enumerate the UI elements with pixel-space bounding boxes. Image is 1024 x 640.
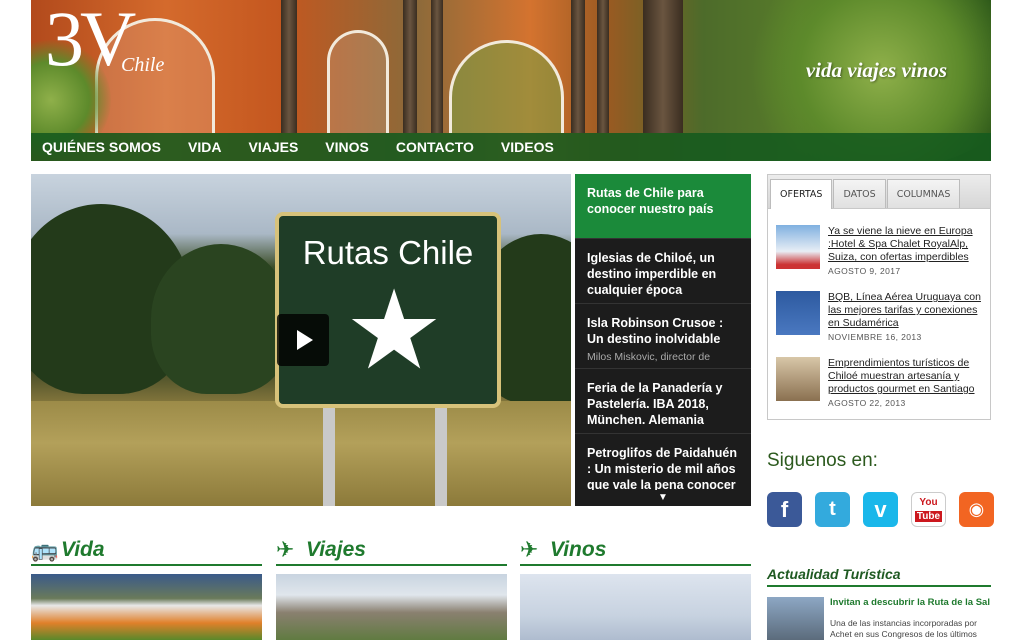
section-title[interactable]: Vida [61,538,105,562]
section-viajes: ✈ Viajes [276,536,507,640]
news-thumbnail[interactable] [776,291,820,335]
slider-item-title: Rutas de Chile para conocer nuestro país [587,186,714,216]
rss-icon[interactable]: ◉ [959,492,994,527]
logo-subtitle[interactable]: Chile [121,54,164,77]
news-title-link[interactable]: BQB, Línea Aérea Uruguaya con las mejore… [828,291,982,330]
section-header: ✈ Vinos [520,536,751,566]
airplane-icon: ✈ [520,537,539,562]
slider-item[interactable]: Iglesias de Chiloé, un destino imperdibl… [575,239,751,304]
header-tree-trunk [281,0,297,133]
header-tree-trunk [571,0,585,133]
sign-post [435,406,447,506]
site-header: 3V Chile vida viajes vinos QUIÉNES SOMOS… [31,0,991,161]
slider-item[interactable]: Rutas de Chile para conocer nuestro país [575,174,751,239]
news-thumbnail[interactable] [776,357,820,401]
actualidad-thumbnail[interactable] [767,597,824,640]
section-header: ✈ Viajes [276,536,507,566]
nav-quienes-somos[interactable]: QUIÉNES SOMOS [42,133,161,161]
video-tree [151,244,291,394]
actualidad-heading: Actualidad Turística [767,566,991,587]
tabs-widget: OFERTAS DATOS COLUMNAS Ya se viene la ni… [767,174,991,420]
news-date: AGOSTO 22, 2013 [828,398,906,408]
section-image[interactable] [276,574,507,640]
scroll-down-icon[interactable]: ▼ [575,490,751,506]
actualidad-item-title[interactable]: Invitan a descubrir la Ruta de la Sal [830,597,991,608]
tab-ofertas[interactable]: OFERTAS [770,179,833,209]
section-image[interactable] [31,574,262,640]
sign-text: Rutas Chile [302,234,474,271]
sign-post [323,406,335,506]
header-tree-trunk [597,0,609,133]
actualidad-item: Invitan a descubrir la Ruta de la Sal Un… [767,597,991,640]
slider-item[interactable]: Isla Robinson Crusoe : Un destino inolvi… [575,304,751,369]
slider-item-subtitle: Milos Miskovic, director de [587,351,711,363]
twitter-icon[interactable]: t [815,492,850,527]
slider-item-title: Iglesias de Chiloé, un destino imperdibl… [587,251,717,297]
facebook-icon[interactable]: f [767,492,802,527]
actualidad-item-body: Una de las instancias incorporadas por A… [830,618,977,639]
featured-video[interactable]: Rutas Chile ★ [31,174,571,506]
section-title[interactable]: Vinos [550,538,606,562]
nav-videos[interactable]: VIDEOS [501,133,554,161]
social-heading: Siguenos en: [767,450,878,471]
actualidad-turistica: Actualidad Turística Invitan a descubrir… [767,566,991,640]
news-title-link[interactable]: Emprendimientos turísticos de Chiloé mue… [828,357,982,396]
section-header: 🚌 Vida [31,536,262,566]
rutas-chile-sign: Rutas Chile ★ [275,212,501,408]
main-nav: QUIÉNES SOMOS VIDA VIAJES VINOS CONTACTO… [31,133,991,161]
news-item: BQB, Línea Aérea Uruguaya con las mejore… [768,291,990,342]
tab-columnas[interactable]: COLUMNAS [886,179,961,208]
news-thumbnail[interactable] [776,225,820,269]
slider-item-title: Feria de la Panadería y Pastelería. IBA … [587,381,723,427]
tab-datos[interactable]: DATOS [833,179,886,208]
section-title[interactable]: Viajes [306,538,366,562]
slider-item-title: Isla Robinson Crusoe : Un destino inolvi… [587,316,724,346]
star-road-icon: ★ [344,269,444,392]
news-title-link[interactable]: Ya se viene la nieve en Europa :Hotel & … [828,225,982,264]
site-tagline: vida viajes vinos [805,58,947,82]
section-vinos: ✈ Vinos [520,536,751,640]
play-icon[interactable] [277,314,329,366]
header-arch-window [327,30,389,133]
bus-icon: 🚌 [31,537,59,562]
nav-vinos[interactable]: VINOS [325,133,369,161]
header-tree-trunk [403,0,417,133]
nav-contacto[interactable]: CONTACTO [396,133,474,161]
section-image[interactable] [520,574,751,640]
news-date: AGOSTO 9, 2017 [828,266,901,276]
slider-item-title: Petroglifos de Paidahuén : Un misterio d… [587,446,738,492]
logo[interactable]: 3V [45,0,136,84]
nav-viajes[interactable]: VIAJES [248,133,298,161]
featured-slider-list: Rutas de Chile para conocer nuestro país… [575,174,751,506]
youtube-icon[interactable]: You Tube [911,492,946,527]
social-links: f t v You Tube ◉ [767,492,1007,527]
tabs-bar: OFERTAS DATOS COLUMNAS [768,175,990,209]
news-date: NOVIEMBRE 16, 2013 [828,332,922,342]
video-grass [31,401,571,506]
news-item: Emprendimientos turísticos de Chiloé mue… [768,357,990,408]
news-item: Ya se viene la nieve en Europa :Hotel & … [768,225,990,276]
header-arch-gate [449,40,564,133]
airplane-icon: ✈ [276,537,295,562]
section-vida: 🚌 Vida [31,536,262,640]
vimeo-icon[interactable]: v [863,492,898,527]
header-tree-trunk [643,0,683,133]
header-tree-trunk [431,0,443,133]
slider-item[interactable]: Feria de la Panadería y Pastelería. IBA … [575,369,751,434]
nav-vida[interactable]: VIDA [188,133,221,161]
